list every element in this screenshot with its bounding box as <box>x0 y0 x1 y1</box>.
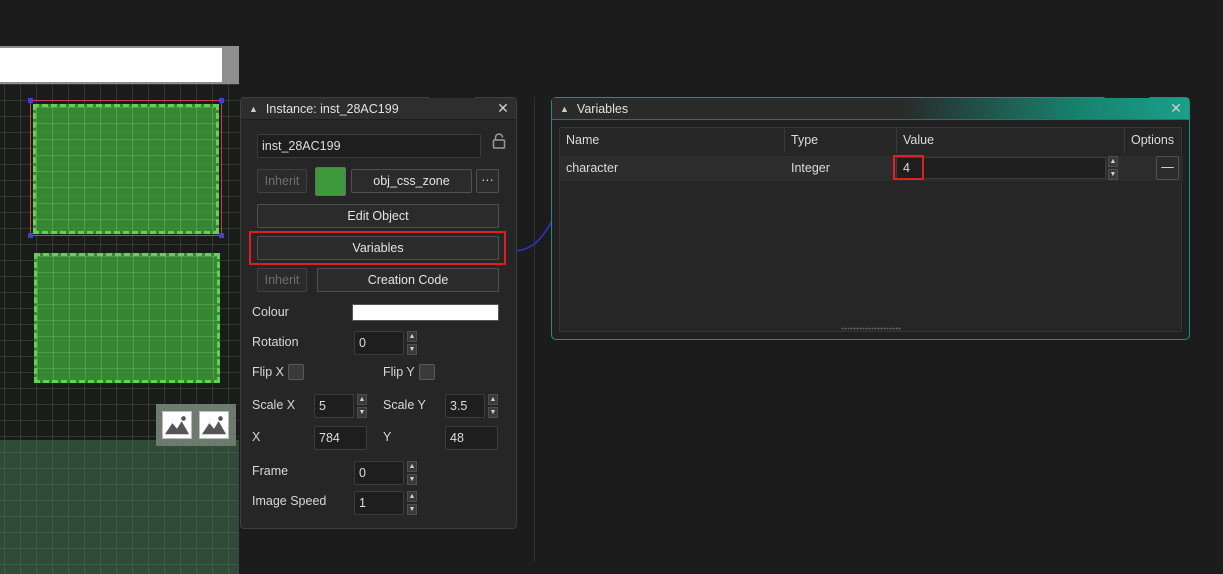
instance-name-input[interactable]: inst_28AC199 <box>257 134 481 158</box>
y-label: Y <box>383 430 392 444</box>
rotation-input[interactable]: 0 <box>354 331 404 355</box>
value-input-highlight <box>893 155 924 180</box>
variable-type-cell[interactable]: Integer <box>785 156 897 180</box>
selection-handle[interactable] <box>28 98 33 103</box>
image-placeholder-icon <box>199 411 229 439</box>
column-header-name[interactable]: Name <box>560 128 785 153</box>
variables-table: Name Type Value Options character Intege… <box>559 127 1183 332</box>
selection-handle[interactable] <box>219 98 224 103</box>
object-more-button[interactable]: ··· <box>476 169 499 193</box>
instance-panel-title: Instance: inst_28AC199 <box>265 101 399 116</box>
variables-panel-title: Variables <box>576 101 629 116</box>
x-input[interactable]: 784 <box>314 426 367 450</box>
image-speed-label: Image Speed <box>252 494 327 508</box>
image-placeholder-icon <box>162 411 192 439</box>
zone-instance[interactable] <box>34 253 220 383</box>
scale-y-stepper[interactable]: ▲ ▼ <box>488 394 498 418</box>
value-stepper[interactable]: ▲ ▼ <box>1108 156 1118 180</box>
scale-x-input[interactable]: 5 <box>314 394 354 418</box>
room-editor-canvas[interactable] <box>0 46 239 574</box>
spin-up-icon[interactable]: ▲ <box>407 461 417 472</box>
panel-connector-line <box>516 218 554 252</box>
flip-x-checkbox[interactable] <box>288 364 304 380</box>
flip-y-label: Flip Y <box>383 365 415 379</box>
y-input[interactable]: 48 <box>445 426 498 450</box>
instance-panel-header[interactable]: ▲ Instance: inst_28AC199 <box>241 98 516 120</box>
spin-up-icon[interactable]: ▲ <box>407 331 417 342</box>
background-tile-area <box>0 440 239 574</box>
selection-handle[interactable] <box>28 233 33 238</box>
close-icon[interactable]: ✕ <box>496 101 510 115</box>
variable-value-input[interactable]: 4 <box>896 157 1106 179</box>
image-speed-stepper[interactable]: ▲ ▼ <box>407 491 417 515</box>
colour-label: Colour <box>252 305 289 319</box>
spin-up-icon[interactable]: ▲ <box>1108 156 1118 167</box>
edit-object-button[interactable]: Edit Object <box>257 204 499 228</box>
resize-grip[interactable] <box>841 327 901 330</box>
spin-up-icon[interactable]: ▲ <box>357 394 367 405</box>
variable-name-cell[interactable]: character <box>560 156 785 180</box>
object-select-button[interactable]: obj_css_zone <box>351 169 472 193</box>
inherit-button[interactable]: Inherit <box>257 169 307 193</box>
remove-variable-button[interactable]: — <box>1156 156 1179 180</box>
spin-down-icon[interactable]: ▼ <box>407 474 417 485</box>
variables-panel: ▲ Variables ✕ Name Type Value Options ch… <box>551 97 1190 340</box>
rotation-label: Rotation <box>252 335 299 349</box>
creation-code-button[interactable]: Creation Code <box>317 268 499 292</box>
rotation-stepper[interactable]: ▲ ▼ <box>407 331 417 355</box>
spin-down-icon[interactable]: ▼ <box>407 504 417 515</box>
variables-button-highlight <box>249 231 506 265</box>
sprite-instance[interactable] <box>156 404 236 446</box>
selection-handle[interactable] <box>219 233 224 238</box>
room-top-strip <box>0 46 239 84</box>
scale-x-label: Scale X <box>252 398 296 412</box>
selection-box <box>28 98 224 238</box>
object-sprite-swatch[interactable] <box>315 167 346 196</box>
room-white-bar <box>0 48 222 82</box>
inherit-creation-code-button[interactable]: Inherit <box>257 268 307 292</box>
spin-up-icon[interactable]: ▲ <box>407 491 417 502</box>
spin-down-icon[interactable]: ▼ <box>488 407 498 418</box>
image-speed-input[interactable]: 1 <box>354 491 404 515</box>
spin-up-icon[interactable]: ▲ <box>488 394 498 405</box>
collapse-icon[interactable]: ▲ <box>560 104 569 114</box>
frame-label: Frame <box>252 464 289 478</box>
workspace-divider <box>534 97 535 562</box>
frame-stepper[interactable]: ▲ ▼ <box>407 461 417 485</box>
collapse-icon[interactable]: ▲ <box>249 104 258 114</box>
column-header-value[interactable]: Value <box>897 128 1125 153</box>
scale-y-label: Scale Y <box>383 398 426 412</box>
scale-y-input[interactable]: 3.5 <box>445 394 485 418</box>
colour-swatch[interactable] <box>352 304 499 321</box>
frame-input[interactable]: 0 <box>354 461 404 485</box>
close-icon[interactable]: ✕ <box>1169 101 1183 115</box>
spin-down-icon[interactable]: ▼ <box>1108 169 1118 180</box>
variables-panel-header[interactable]: ▲ Variables <box>552 98 1189 120</box>
x-label: X <box>252 430 261 444</box>
flip-x-label: Flip X <box>252 365 284 379</box>
lock-icon[interactable] <box>492 133 506 149</box>
spin-down-icon[interactable]: ▼ <box>357 407 367 418</box>
spin-down-icon[interactable]: ▼ <box>407 344 417 355</box>
flip-y-checkbox[interactable] <box>419 364 435 380</box>
scale-x-stepper[interactable]: ▲ ▼ <box>357 394 367 418</box>
instance-panel: ▲ Instance: inst_28AC199 ✕ inst_28AC199 … <box>240 97 517 529</box>
column-header-type[interactable]: Type <box>785 128 897 153</box>
column-header-options[interactable]: Options <box>1125 128 1183 153</box>
